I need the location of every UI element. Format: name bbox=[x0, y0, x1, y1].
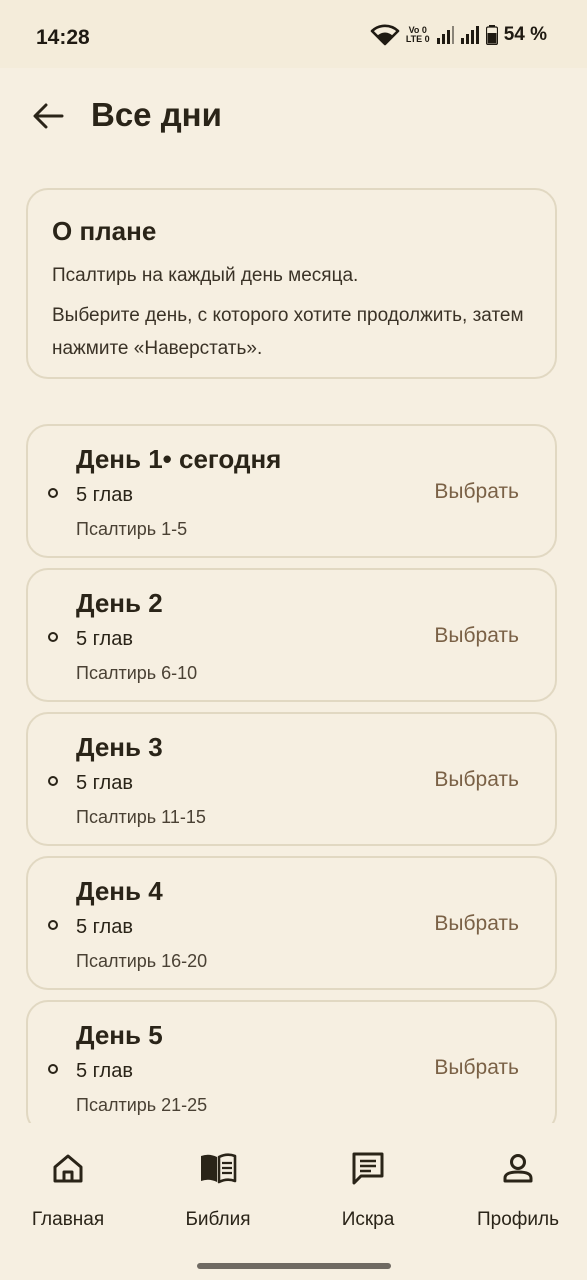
day-card-2[interactable]: День 2 5 глав Псалтирь 6-10 Выбрать bbox=[26, 568, 557, 702]
day-reference: Псалтирь 1-5 bbox=[76, 519, 188, 539]
day-title: День 2 bbox=[76, 588, 163, 618]
day-reference: Псалтирь 6-10 bbox=[76, 663, 198, 683]
status-time: 14:28 bbox=[36, 26, 90, 49]
circle-icon bbox=[48, 488, 58, 498]
circle-icon bbox=[48, 920, 58, 930]
day-reference: Псалтирь 16-20 bbox=[76, 951, 208, 971]
about-title: О плане bbox=[52, 216, 157, 246]
wifi-icon bbox=[370, 24, 400, 46]
back-button[interactable] bbox=[28, 98, 68, 138]
status-bar: 14:28 Vo 0 LTE 0 54 % bbox=[0, 0, 587, 68]
gesture-bar[interactable] bbox=[197, 1263, 391, 1269]
profile-icon bbox=[502, 1152, 534, 1189]
day-reference: Псалтирь 21-25 bbox=[76, 1095, 208, 1115]
nav-item-home[interactable]: Главная bbox=[8, 1151, 128, 1231]
bottom-nav: Главная Библия Искра Профиль bbox=[0, 1123, 587, 1280]
circle-icon bbox=[48, 1064, 58, 1074]
day-title: День 5 bbox=[76, 1020, 163, 1050]
select-button[interactable]: Выбрать bbox=[434, 624, 519, 648]
nav-item-bible[interactable]: Библия bbox=[158, 1151, 278, 1231]
header: Все дни bbox=[0, 68, 587, 168]
day-title: День 4 bbox=[76, 876, 163, 906]
signal-icon bbox=[460, 26, 480, 44]
nav-item-profile[interactable]: Профиль bbox=[458, 1151, 578, 1231]
nav-item-spark[interactable]: Искра bbox=[308, 1151, 428, 1231]
day-card-5[interactable]: День 5 5 глав Псалтирь 21-25 Выбрать bbox=[26, 1000, 557, 1123]
select-button[interactable]: Выбрать bbox=[434, 912, 519, 936]
status-icons: Vo 0 LTE 0 54 % bbox=[370, 24, 547, 46]
volte-icon: Vo 0 LTE 0 bbox=[406, 26, 430, 44]
volte-bottom: LTE 0 bbox=[405, 34, 430, 44]
content-scroll[interactable]: О плане Псалтирь на каждый день месяца. … bbox=[0, 168, 587, 1123]
circle-icon bbox=[48, 632, 58, 642]
day-title: День 1• сегодня bbox=[76, 444, 282, 474]
nav-label-bible: Библия bbox=[185, 1209, 251, 1230]
select-button[interactable]: Выбрать bbox=[434, 1056, 519, 1080]
circle-icon bbox=[48, 776, 58, 786]
about-plan-card: О плане Псалтирь на каждый день месяца. … bbox=[26, 188, 557, 379]
day-title: День 3 bbox=[76, 732, 163, 762]
day-chapters: 5 глав bbox=[76, 484, 133, 506]
day-chapters: 5 глав bbox=[76, 772, 133, 794]
about-instructions: Выберите день, с которого хотите продолж… bbox=[52, 305, 524, 359]
day-card-3[interactable]: День 3 5 глав Псалтирь 11-15 Выбрать bbox=[26, 712, 557, 846]
day-card-1[interactable]: День 1• сегодня 5 глав Псалтирь 1-5 Выбр… bbox=[26, 424, 557, 558]
day-chapters: 5 глав bbox=[76, 1060, 133, 1082]
nav-label-profile: Профиль bbox=[476, 1209, 560, 1230]
select-button[interactable]: Выбрать bbox=[434, 480, 519, 504]
arrow-left-icon bbox=[32, 102, 64, 135]
home-icon bbox=[51, 1152, 85, 1189]
day-card-4[interactable]: День 4 5 глав Псалтирь 16-20 Выбрать bbox=[26, 856, 557, 990]
nav-label-spark: Искра bbox=[341, 1209, 395, 1230]
page-title: Все дни bbox=[91, 96, 222, 133]
select-button[interactable]: Выбрать bbox=[434, 768, 519, 792]
book-icon bbox=[199, 1152, 237, 1189]
day-chapters: 5 глав bbox=[76, 628, 133, 650]
day-chapters: 5 глав bbox=[76, 916, 133, 938]
signal-icon bbox=[436, 26, 454, 44]
day-reference: Псалтирь 11-15 bbox=[76, 807, 206, 827]
message-icon bbox=[351, 1151, 385, 1190]
battery-percent: 54 % bbox=[503, 24, 547, 45]
about-description: Псалтирь на каждый день месяца. bbox=[52, 265, 359, 286]
battery-icon bbox=[485, 25, 498, 45]
nav-label-home: Главная bbox=[31, 1209, 105, 1230]
